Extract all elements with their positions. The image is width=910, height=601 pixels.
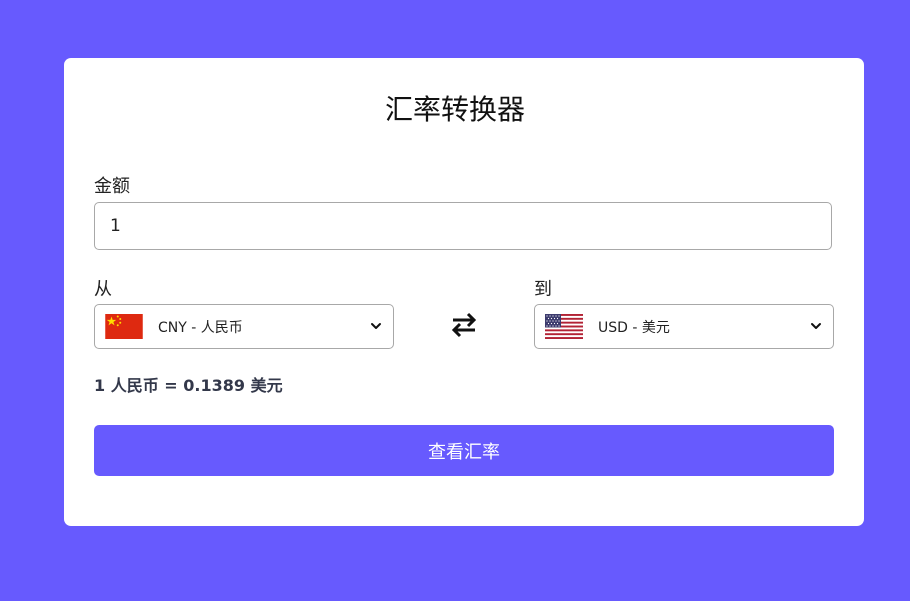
from-currency-text: CNY - 人民币 [158,320,243,336]
from-label: 从 [94,279,112,300]
chevron-down-icon [811,323,821,329]
usa-flag-icon [545,314,583,339]
chevron-down-icon [371,323,381,329]
exchange-rate-text: 1 人民币 = 0.1389 美元 [94,376,283,395]
amount-label: 金额 [94,176,130,197]
get-rate-button[interactable]: 查看汇率 [94,425,834,476]
amount-input[interactable] [94,202,832,250]
swap-arrows-icon[interactable] [449,310,479,340]
to-currency-select[interactable]: USD - 美元 [534,304,834,349]
china-flag-icon [105,314,143,339]
page-title: 汇率转换器 [384,93,525,126]
from-currency-select[interactable]: CNY - 人民币 [94,304,394,349]
to-label: 到 [534,279,552,300]
to-currency-text: USD - 美元 [598,320,670,336]
